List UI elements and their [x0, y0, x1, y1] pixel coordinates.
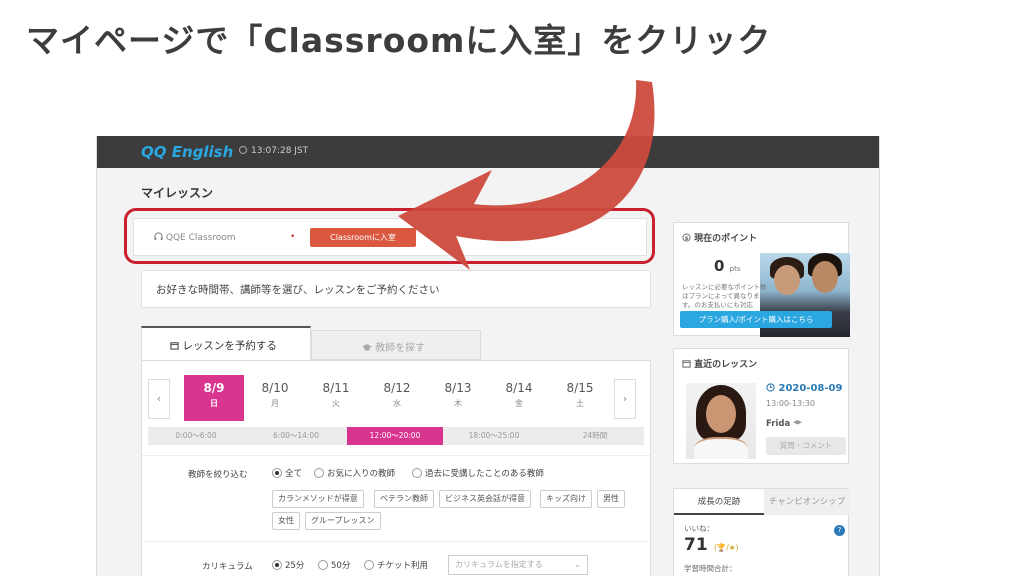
pointer-arrow-icon [398, 80, 655, 270]
